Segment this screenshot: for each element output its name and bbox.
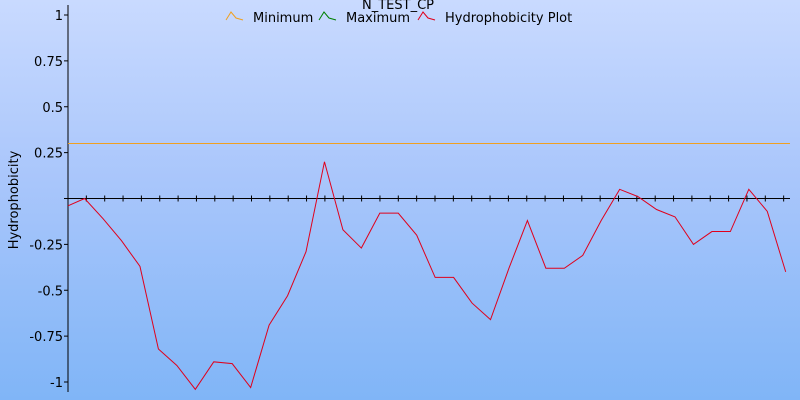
hydrophobicity-chart: 10.750.50.25-0.25-0.5-0.75-1 N_TEST_CP M… [7, 0, 790, 392]
legend-swatch-icon [318, 11, 337, 21]
series-layer [67, 142, 790, 391]
y-tick-label: 0.75 [34, 55, 63, 70]
legend-label: Hydrophobicity Plot [445, 11, 572, 26]
legend-label: Minimum [253, 11, 313, 26]
y-tick-label: -0.25 [29, 238, 63, 253]
y-tick-label: -0.5 [38, 284, 63, 299]
y-axis-ticks: 1 0.75 0.5 0.25 -0.25 -0.5 -0.75 -1 [29, 9, 68, 391]
y-axis-title: Hydrophobicity [7, 150, 22, 249]
y-tick-label: -0.75 [29, 330, 63, 345]
series-line-hydrophobicity-plot [67, 161, 787, 391]
legend-swatch-icon [225, 11, 244, 21]
legend-swatch-icon [417, 11, 436, 21]
y-tick-label: 0.25 [34, 147, 63, 162]
y-tick-label: 0.5 [42, 101, 63, 116]
y-tick-label: -1 [50, 376, 63, 391]
legend: Minimum Maximum Hydrophobicity Plot [225, 11, 572, 26]
legend-label: Maximum [346, 11, 410, 26]
y-tick-label: 1 [55, 9, 63, 24]
